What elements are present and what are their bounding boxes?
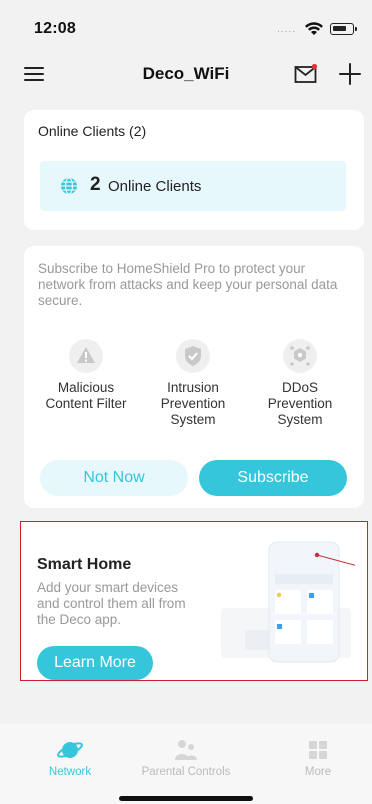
mail-icon[interactable] <box>294 63 318 85</box>
online-clients-title: Online Clients (2) <box>38 123 147 139</box>
smart-home-title: Smart Home <box>37 556 132 573</box>
tab-label: More <box>304 766 332 778</box>
feature-ddos-prevention: DDoS Prevention System <box>250 338 350 428</box>
wifi-icon <box>305 22 323 35</box>
homeshield-card: Subscribe to HomeShield Pro to protect y… <box>24 246 364 508</box>
online-clients-label: Online Clients <box>108 178 202 195</box>
feature-malicious-content-filter: Malicious Content Filter <box>36 338 136 412</box>
shield-check-icon <box>176 339 210 373</box>
tab-bar: Network Parental Controls More <box>0 724 372 804</box>
smart-home-illustration <box>221 541 355 663</box>
online-clients-card: Online Clients (2) 2 Online Clients <box>24 110 364 230</box>
feature-intrusion-prevention: Intrusion Prevention System <box>143 338 243 428</box>
feature-label: Intrusion Prevention System <box>160 380 226 427</box>
tab-parental-controls[interactable]: Parental Controls <box>124 738 248 778</box>
notification-dot <box>311 63 318 70</box>
subscribe-button[interactable]: Subscribe <box>199 460 347 496</box>
tab-network[interactable]: Network <box>8 738 132 778</box>
tab-more[interactable]: More <box>256 738 372 778</box>
homeshield-description: Subscribe to HomeShield Pro to protect y… <box>38 261 338 308</box>
status-bar: 12:08 ..... <box>0 0 372 44</box>
family-icon <box>175 740 197 760</box>
learn-more-button[interactable]: Learn More <box>37 646 153 680</box>
planet-icon <box>57 742 83 758</box>
smart-home-description: Add your smart devices and control them … <box>37 580 186 627</box>
battery-icon <box>330 23 357 35</box>
ddos-icon <box>283 339 317 373</box>
globe-icon <box>61 177 77 195</box>
online-clients-count: 2 <box>90 174 101 195</box>
tab-label: Parental Controls <box>141 766 231 778</box>
online-clients-banner[interactable]: 2 Online Clients <box>40 161 346 211</box>
not-now-button[interactable]: Not Now <box>40 460 188 496</box>
add-icon[interactable] <box>338 62 362 86</box>
feature-label: DDoS Prevention System <box>267 380 333 427</box>
signal-dots: ..... <box>277 24 296 35</box>
status-time: 12:08 <box>34 20 76 37</box>
grid-icon <box>309 741 327 759</box>
home-indicator <box>119 796 253 801</box>
smart-home-card: Smart Home Add your smart devices and co… <box>20 521 368 681</box>
warning-icon <box>69 339 103 373</box>
feature-label: Malicious Content Filter <box>45 380 127 411</box>
nav-bar: Deco_WiFi <box>0 52 372 96</box>
tab-label: Network <box>48 766 92 778</box>
